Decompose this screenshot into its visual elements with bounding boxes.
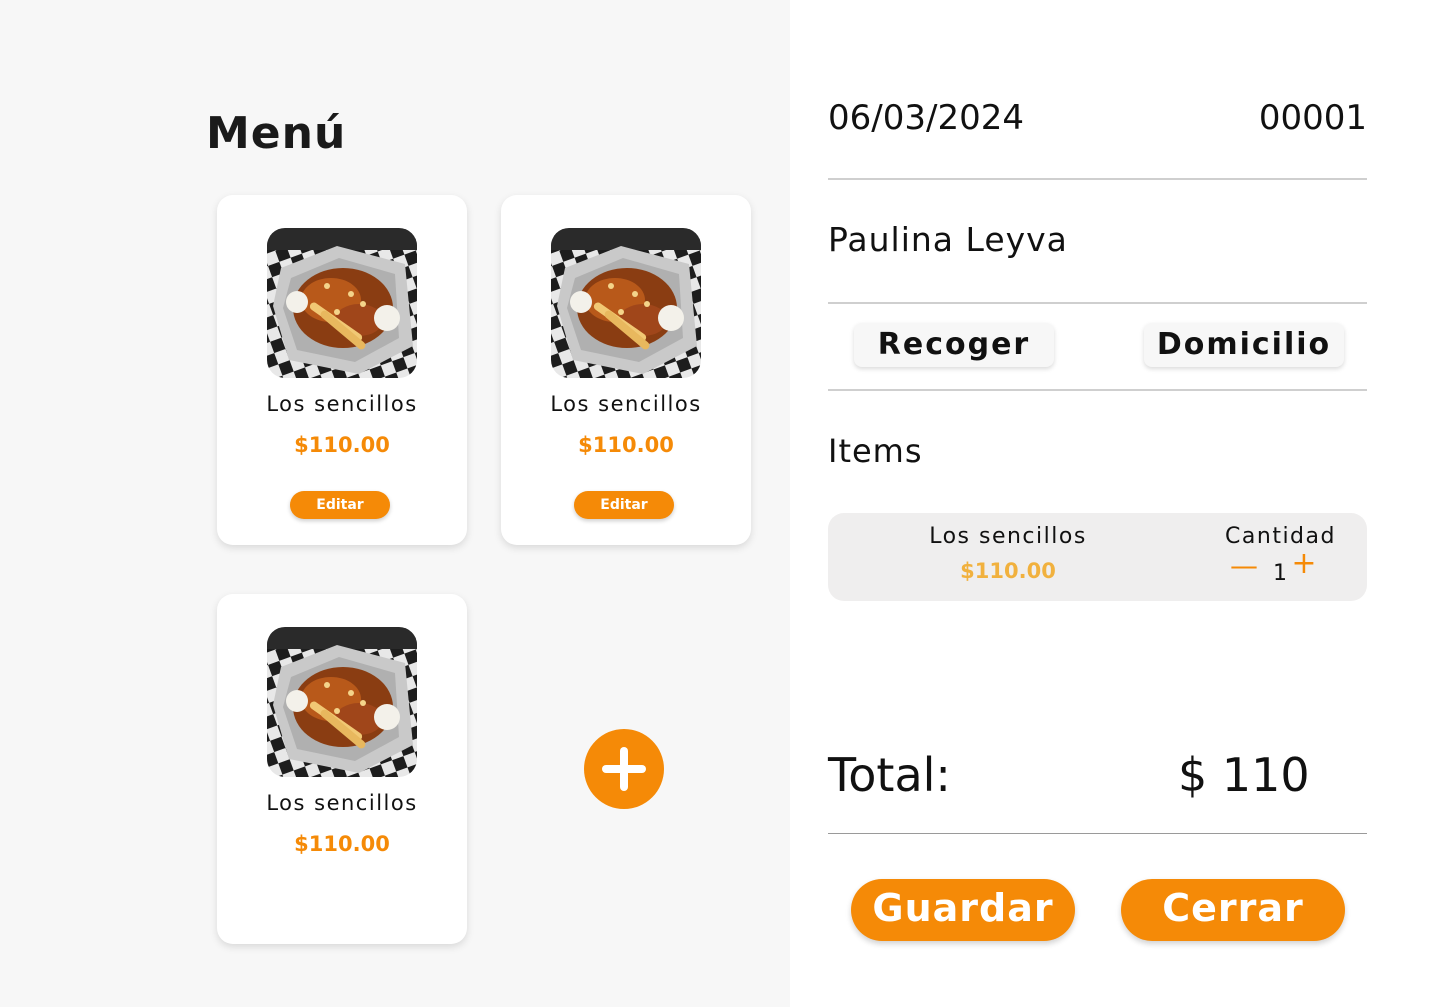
total-label: Total:	[828, 748, 951, 802]
quantity-value: 1	[1273, 561, 1287, 586]
item-name: Los sencillos	[266, 791, 418, 815]
close-button[interactable]: Cerrar	[1121, 879, 1345, 941]
divider	[828, 389, 1367, 391]
divider	[828, 178, 1367, 180]
order-item-name: Los sencillos	[929, 524, 1087, 549]
pickup-button[interactable]: Recoger	[854, 323, 1054, 367]
items-title: Items	[828, 432, 923, 470]
item-price: $110.00	[294, 433, 390, 457]
item-name: Los sencillos	[550, 392, 702, 416]
menu-card[interactable]: Los sencillos $110.00	[217, 594, 467, 944]
food-image	[551, 228, 701, 378]
order-date: 06/03/2024	[828, 98, 1024, 138]
edit-button[interactable]: Editar	[290, 491, 390, 519]
delivery-button[interactable]: Domicilio	[1144, 323, 1344, 367]
item-price: $110.00	[294, 832, 390, 856]
menu-title: Menú	[206, 108, 347, 159]
quantity-label: Cantidad	[1225, 524, 1336, 549]
order-panel: 06/03/2024 00001 Paulina Leyva Recoger D…	[790, 0, 1434, 1007]
menu-card[interactable]: Los sencillos $110.00 Editar	[501, 195, 751, 545]
customer-name: Paulina Leyva	[828, 220, 1068, 259]
food-image	[267, 627, 417, 777]
food-image	[267, 228, 417, 378]
add-item-button[interactable]	[584, 729, 664, 809]
save-button[interactable]: Guardar	[851, 879, 1075, 941]
menu-card[interactable]: Los sencillos $110.00 Editar	[217, 195, 467, 545]
item-price: $110.00	[578, 433, 674, 457]
edit-button[interactable]: Editar	[574, 491, 674, 519]
order-item-price: $110.00	[960, 559, 1056, 583]
increase-quantity-button[interactable]: +	[1290, 549, 1318, 579]
divider	[828, 833, 1367, 834]
item-name: Los sencillos	[266, 392, 418, 416]
order-item-row: Los sencillos $110.00 Cantidad — 1 +	[828, 513, 1367, 601]
menu-panel: Menú Los sencillos $110.00 Editar Los se…	[0, 0, 790, 1007]
total-value: $ 110	[1178, 748, 1310, 802]
plus-icon	[602, 747, 646, 791]
order-number: 00001	[1258, 98, 1367, 138]
divider	[828, 302, 1367, 304]
decrease-quantity-button[interactable]: —	[1230, 551, 1258, 581]
